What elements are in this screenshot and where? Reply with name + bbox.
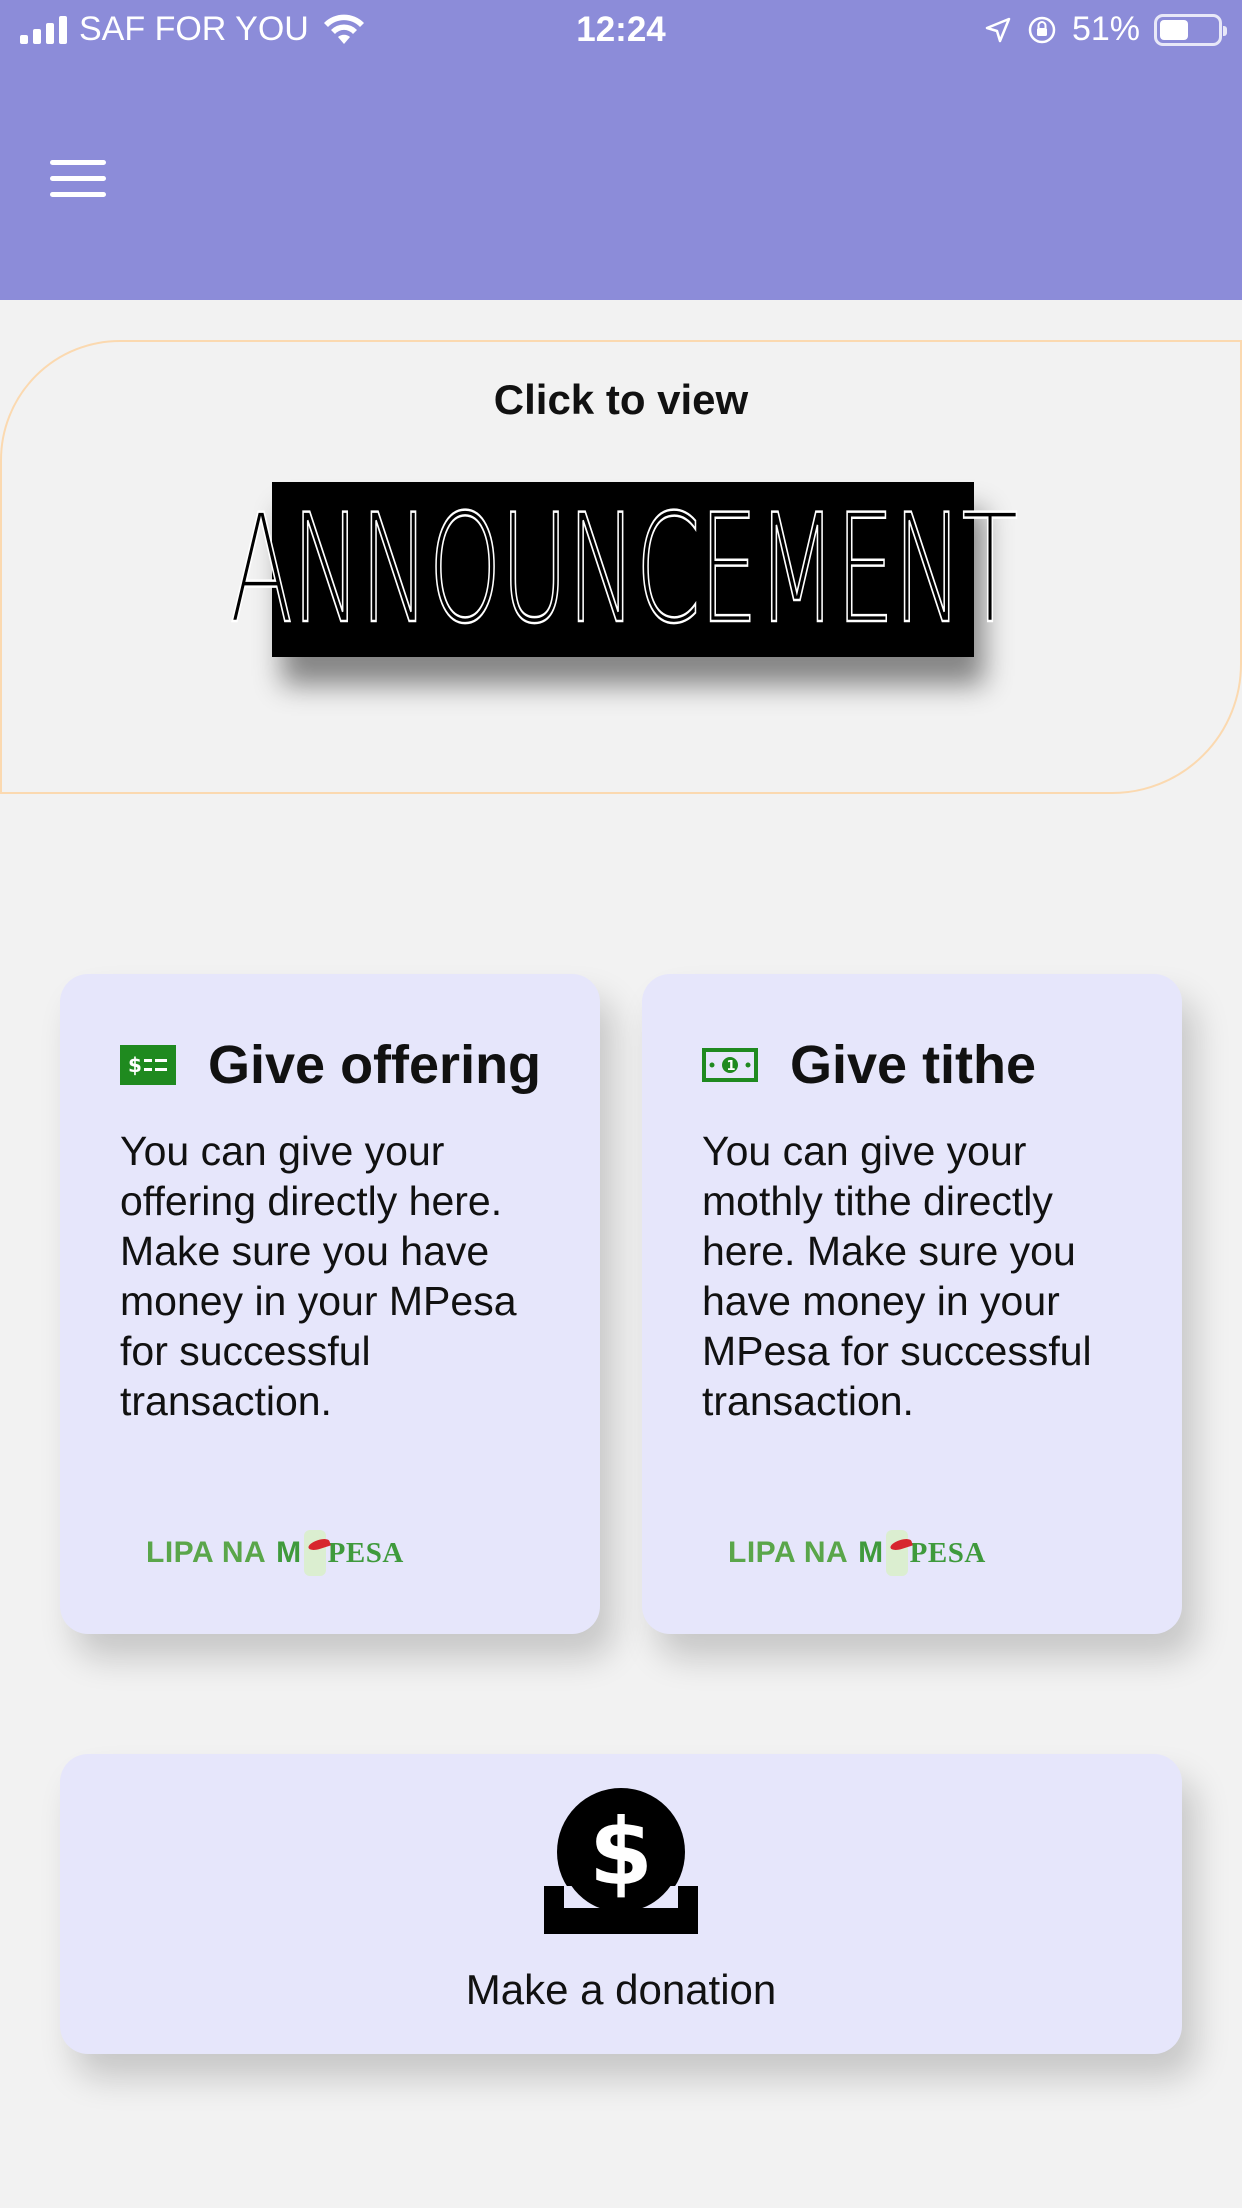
lipa-na-text: LIPA NA xyxy=(728,1536,849,1569)
location-arrow-icon xyxy=(985,17,1011,42)
status-bar: SAF FOR YOU 12:24 51% xyxy=(0,0,1242,62)
announcement-banner[interactable]: Click to view ANNOUNCEMENT xyxy=(0,340,1242,794)
orientation-lock-icon xyxy=(1028,16,1056,43)
hamburger-menu-icon[interactable] xyxy=(50,158,106,198)
give-tithe-header: 1 Give tithe xyxy=(702,1034,1036,1096)
mpesa-m-text: M xyxy=(276,1536,302,1569)
give-offering-header: $ Give offering xyxy=(120,1034,541,1096)
give-tithe-card[interactable]: 1 Give tithe You can give your mothly ti… xyxy=(642,974,1182,1634)
announcement-cta: Click to view xyxy=(493,376,749,423)
battery-percent: 51% xyxy=(1071,10,1140,48)
give-offering-description: You can give your offering directly here… xyxy=(120,1128,517,1424)
make-donation-card[interactable]: $ Make a donation xyxy=(60,1754,1182,2054)
make-donation-label: Make a donation xyxy=(465,1966,777,2013)
svg-text:1: 1 xyxy=(727,1059,736,1074)
mpesa-phone-icon xyxy=(885,1530,908,1576)
lipa-na-text: LIPA NA xyxy=(146,1536,267,1569)
donate-coin-icon: $ xyxy=(544,1788,698,1934)
svg-text:$: $ xyxy=(589,1799,653,1906)
give-offering-card[interactable]: $ Give offering You can give your offeri… xyxy=(60,974,600,1634)
mpesa-phone-icon xyxy=(303,1530,326,1576)
mpesa-pesa-text: PESA xyxy=(909,1536,986,1569)
status-right: 51% xyxy=(984,10,1227,49)
battery-icon xyxy=(1154,13,1227,46)
svg-text:$: $ xyxy=(128,1053,142,1077)
lipa-na-mpesa-logo[interactable]: LIPA NA M PESA xyxy=(728,1530,986,1576)
give-tithe-title: Give tithe xyxy=(790,1035,1037,1095)
mpesa-m-text: M xyxy=(858,1536,884,1569)
lipa-na-mpesa-logo[interactable]: LIPA NA M PESA xyxy=(146,1530,404,1576)
announcement-image-text: ANNOUNCEMENT xyxy=(228,481,1019,658)
mpesa-pesa-text: PESA xyxy=(327,1536,404,1569)
money-icon: 1 xyxy=(702,1048,758,1082)
bill-icon: $ xyxy=(120,1045,176,1085)
announcement-image[interactable]: ANNOUNCEMENT xyxy=(228,481,1019,658)
give-tithe-description: You can give your mothly tithe directly … xyxy=(702,1128,1092,1424)
give-offering-title: Give offering xyxy=(208,1035,542,1095)
app-header: SAF FOR YOU 12:24 51% xyxy=(0,0,1242,300)
